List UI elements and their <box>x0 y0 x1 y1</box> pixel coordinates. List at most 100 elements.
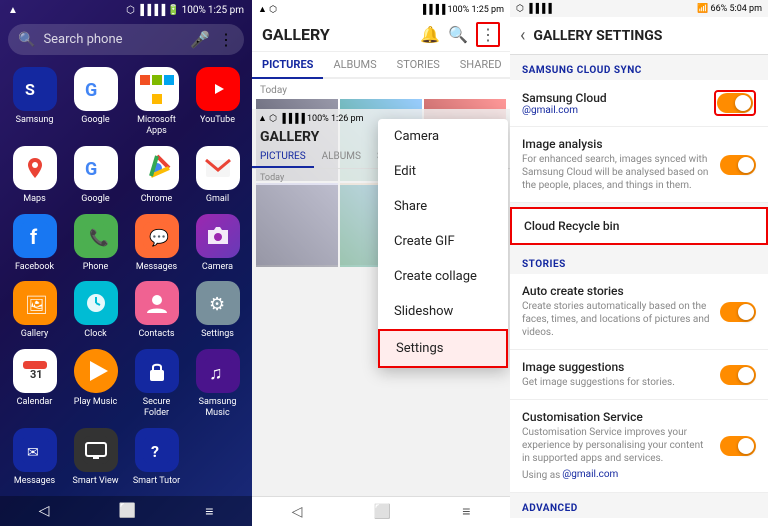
battery-percent: 100% <box>182 5 206 16</box>
home-screen: ▲ ⬡ ▐▐▐▐ 🔋 100% 1:25 pm 🔍 Search phone 🎤… <box>0 0 252 526</box>
app-youtube[interactable]: YouTube <box>191 67 244 138</box>
svg-text:♫: ♫ <box>209 363 223 384</box>
app-smartview[interactable]: Smart View <box>69 428 122 488</box>
app-icon-camera <box>196 214 240 258</box>
app-label-samsungmusic: Samsung Music <box>191 397 244 419</box>
app-clock[interactable]: Clock <box>69 281 122 341</box>
app-icon-clock <box>74 281 118 325</box>
app-samsungmusic[interactable]: ♫ Samsung Music <box>191 349 244 420</box>
image-suggestions-text: Image suggestions Get image suggestions … <box>522 360 720 389</box>
gallery-back-icon[interactable]: ◁ <box>292 504 303 520</box>
tab-albums2[interactable]: ALBUMS <box>314 147 369 168</box>
search-placeholder: Search phone <box>43 32 182 47</box>
signal-icon: ▐▐▐▐ <box>137 5 165 16</box>
more-icon[interactable]: ⋮ <box>480 25 496 44</box>
app-icon-contacts <box>135 281 179 325</box>
image-suggestions-toggle[interactable] <box>720 365 756 385</box>
settings-back-button[interactable]: ‹ <box>520 25 525 46</box>
battery-icon: 🔋 <box>167 5 179 16</box>
app-icon-samsungmusic: ♫ <box>196 349 240 393</box>
image-analysis-toggle[interactable] <box>720 155 756 175</box>
more-options-button[interactable]: ⋮ <box>476 22 500 47</box>
app-camera[interactable]: Camera <box>191 214 244 274</box>
menu-edit[interactable]: Edit <box>378 154 508 189</box>
menu-slideshow[interactable]: Slideshow <box>378 294 508 329</box>
menu-create-gif[interactable]: Create GIF <box>378 224 508 259</box>
tab-albums[interactable]: ALBUMS <box>323 52 386 79</box>
app-settings[interactable]: ⚙ Settings <box>191 281 244 341</box>
context-menu: Camera Edit Share Create GIF Create coll… <box>378 119 508 368</box>
app-messages2[interactable]: ✉ Messages <box>8 428 61 488</box>
app-contacts[interactable]: Contacts <box>130 281 183 341</box>
app-icon-maps <box>13 146 57 190</box>
menu-share[interactable]: Share <box>378 189 508 224</box>
gallery-header-icons: 🔔 🔍 ⋮ <box>420 22 500 47</box>
home-nav: ◁ ⬜ ≡ <box>0 496 252 526</box>
app-icon-playmusic <box>74 349 118 393</box>
cloud-recycle-bin-button[interactable]: Cloud Recycle bin <box>510 207 768 245</box>
search-icon[interactable]: 🔍 <box>448 25 468 44</box>
svg-text:31: 31 <box>30 368 43 381</box>
image-analysis-desc: For enhanced search, images synced with … <box>522 153 712 192</box>
app-playmusic[interactable]: Play Music <box>69 349 122 420</box>
search-bar[interactable]: 🔍 Search phone 🎤 ⋮ <box>8 24 244 55</box>
menu-settings[interactable]: Settings <box>378 329 508 368</box>
app-samsung[interactable]: S Samsung <box>8 67 61 138</box>
samsung-cloud-toggle[interactable] <box>717 93 753 113</box>
app-google2[interactable]: G Google <box>69 146 122 206</box>
status-bar: ▲ ⬡ ▐▐▐▐ 🔋 100% 1:25 pm <box>0 0 252 20</box>
gallery-recents-icon[interactable]: ≡ <box>462 503 470 520</box>
auto-create-stories-text: Auto create stories Create stories autom… <box>522 284 720 339</box>
customisation-service-text: Customisation Service Customisation Serv… <box>522 410 720 482</box>
samsung-cloud-sync-label: SAMSUNG CLOUD SYNC <box>510 55 768 80</box>
app-gallery[interactable]: 🖼 Gallery <box>8 281 61 341</box>
svg-text:G: G <box>85 80 97 101</box>
customisation-service-desc: Customisation Service improves your expe… <box>522 426 712 465</box>
gallery-home-icon[interactable]: ⬜ <box>374 504 391 520</box>
tab-stories[interactable]: STORIES <box>387 52 450 79</box>
image-analysis-text: Image analysis For enhanced search, imag… <box>522 137 720 192</box>
app-icon-gmail <box>196 146 240 190</box>
app-messages[interactable]: 💬 Messages <box>130 214 183 274</box>
app-gmail[interactable]: Gmail <box>191 146 244 206</box>
settings-status-right: 📶 66% 5:04 pm <box>697 4 762 14</box>
app-label-camera: Camera <box>202 262 233 273</box>
gallery-tabs: PICTURES ALBUMS STORIES SHARED <box>252 52 510 79</box>
app-google[interactable]: G Google <box>69 67 122 138</box>
gallery-status-right: ▐▐▐▐ 100% 1:25 pm <box>420 4 504 15</box>
tab-pictures[interactable]: PICTURES <box>252 52 323 79</box>
app-securefolder[interactable]: Secure Folder <box>130 349 183 420</box>
app-icon-phone: 📞 <box>74 214 118 258</box>
samsung-cloud-text: Samsung Cloud @gmail.com <box>522 91 714 116</box>
menu-create-collage[interactable]: Create collage <box>378 259 508 294</box>
tab-shared[interactable]: SHARED <box>450 52 512 79</box>
app-facebook[interactable]: f Facebook <box>8 214 61 274</box>
app-label-settings: Settings <box>201 329 234 340</box>
app-chrome[interactable]: Chrome <box>130 146 183 206</box>
app-smarttutor[interactable]: ? Smart Tutor <box>130 428 183 488</box>
app-icon-messages2: ✉ <box>13 428 57 472</box>
app-maps[interactable]: Maps <box>8 146 61 206</box>
home-nav-icon[interactable]: ⬜ <box>119 503 136 519</box>
auto-create-stories-toggle[interactable] <box>720 302 756 322</box>
app-icon-calendar: 31 <box>13 349 57 393</box>
recents-nav-icon[interactable]: ≡ <box>205 503 213 520</box>
tab-pictures2[interactable]: PICTURES <box>252 147 314 168</box>
notification-icon[interactable]: 🔔 <box>420 25 440 44</box>
app-icon-chrome <box>135 146 179 190</box>
menu-camera[interactable]: Camera <box>378 119 508 154</box>
app-calendar[interactable]: 31 Calendar <box>8 349 61 420</box>
svg-text:S: S <box>25 80 35 99</box>
app-phone[interactable]: 📞 Phone <box>69 214 122 274</box>
customisation-service-toggle[interactable] <box>720 436 756 456</box>
image-analysis-title: Image analysis <box>522 137 712 151</box>
app-label-messages2: Messages <box>14 476 55 487</box>
back-nav-icon[interactable]: ◁ <box>39 503 50 519</box>
svg-text:G: G <box>85 159 97 180</box>
app-icon-microsoft <box>135 67 179 111</box>
gallery-thumb-b1[interactable] <box>256 185 338 267</box>
samsung-cloud-toggle-wrapper <box>714 90 756 116</box>
status-bar-left: ▲ <box>8 5 18 16</box>
app-microsoft[interactable]: Microsoft Apps <box>130 67 183 138</box>
settings-panel: ⬡ ▐▐▐▐ 📶 66% 5:04 pm ‹ GALLERY SETTINGS … <box>510 0 768 526</box>
